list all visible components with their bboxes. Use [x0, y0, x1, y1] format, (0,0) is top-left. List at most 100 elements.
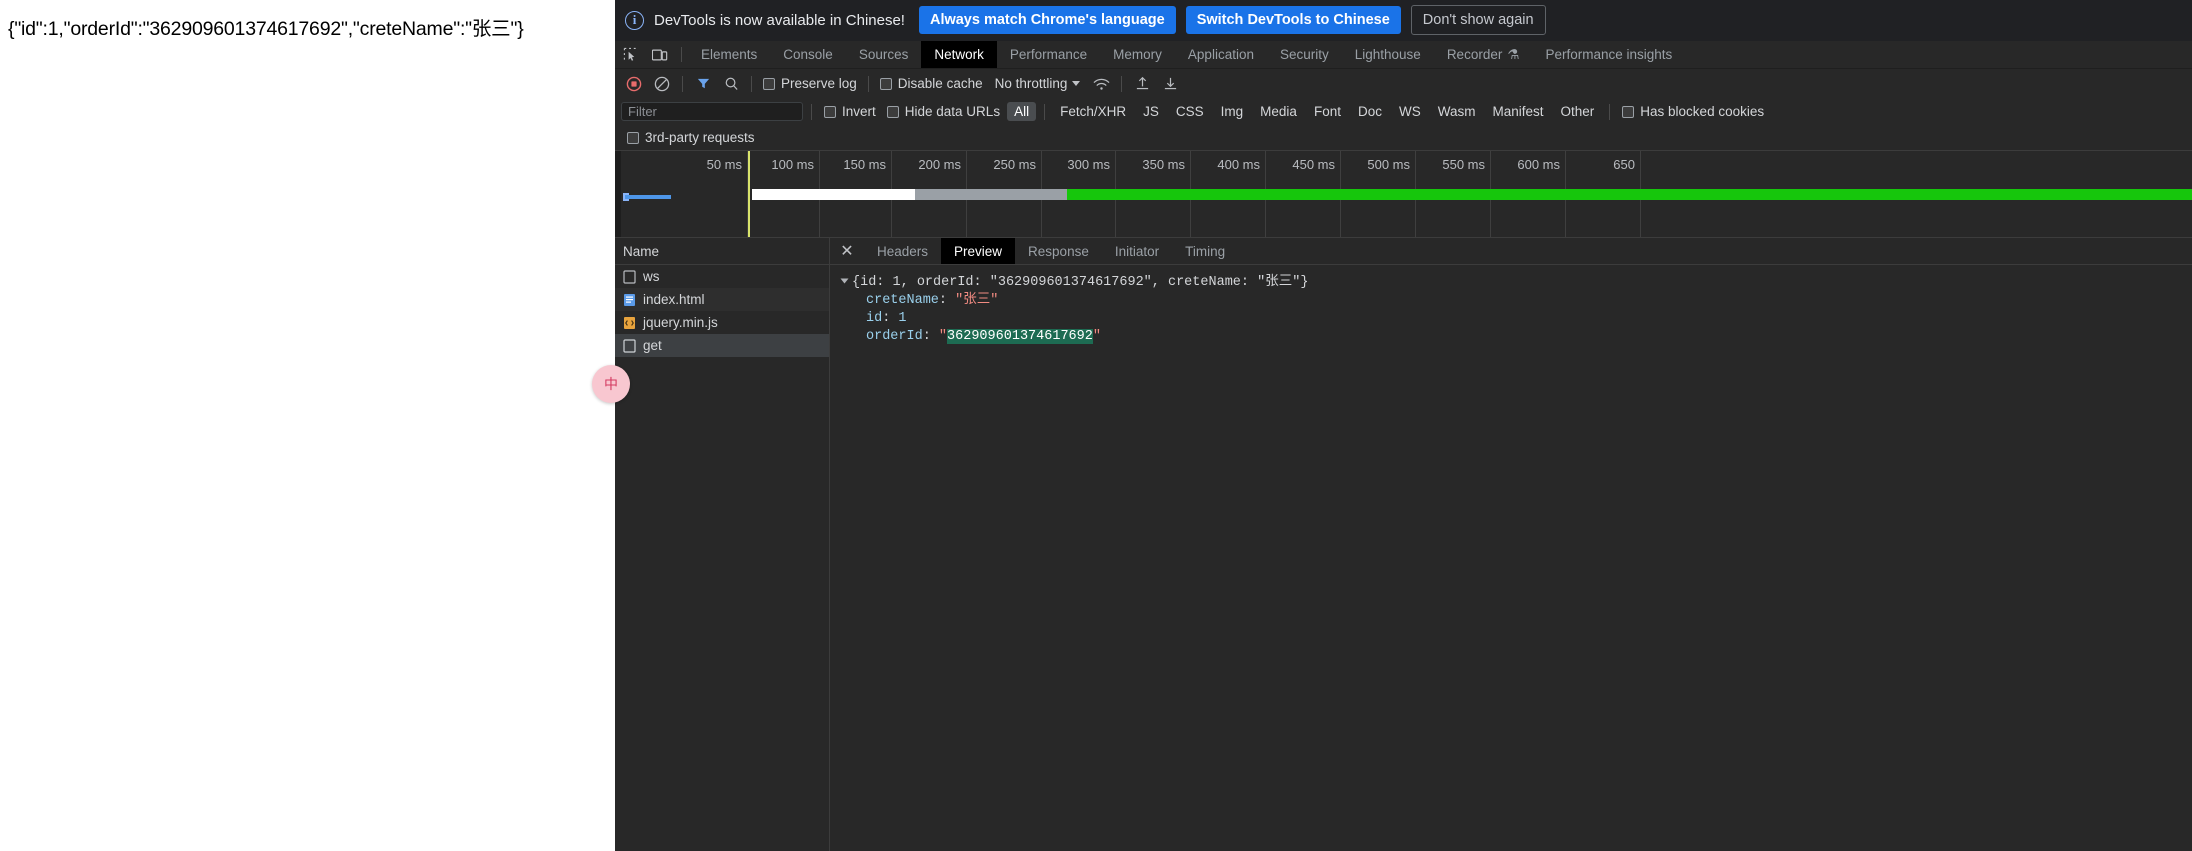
requests-panel: Name ws index.html jquery.min.js get	[615, 238, 830, 851]
network-conditions-icon[interactable]	[1088, 73, 1114, 95]
tab-recorder[interactable]: Recorder ⚗	[1434, 41, 1533, 68]
tab-elements[interactable]: Elements	[688, 41, 770, 68]
type-filter-css[interactable]: CSS	[1169, 102, 1211, 121]
json-property-row[interactable]: id: 1	[842, 310, 2182, 328]
tab-label: Sources	[858, 47, 909, 62]
tab-label: Performance	[1009, 47, 1088, 62]
tab-label: Memory	[1113, 47, 1162, 62]
clear-network-icon[interactable]	[649, 73, 675, 95]
json-root-cretename: "张三"	[1257, 275, 1301, 290]
checkbox-box	[824, 105, 836, 118]
json-value-selected[interactable]: 362909601374617692	[947, 329, 1093, 344]
network-overview-timeline[interactable]: 50 ms 100 ms 150 ms 200 ms 250 ms 300 ms…	[615, 151, 2192, 238]
disable-cache-label: Disable cache	[897, 76, 983, 91]
type-filter-js[interactable]: JS	[1136, 102, 1166, 121]
type-filter-all[interactable]: All	[1007, 102, 1037, 121]
preserve-log-checkbox[interactable]: Preserve log	[759, 76, 861, 91]
has-blocked-cookies-checkbox[interactable]: Has blocked cookies	[1618, 104, 1768, 119]
type-filter-ws[interactable]: WS	[1392, 102, 1428, 121]
expand-triangle-icon[interactable]	[840, 278, 849, 284]
filter-input[interactable]	[621, 102, 803, 121]
import-har-icon[interactable]	[1129, 73, 1155, 95]
json-value: "张三"	[955, 293, 999, 308]
record-stop-icon[interactable]	[621, 73, 647, 95]
type-filter-wasm[interactable]: Wasm	[1431, 102, 1483, 121]
type-filter-font[interactable]: Font	[1307, 102, 1348, 121]
tab-sources[interactable]: Sources	[846, 41, 922, 68]
tab-performance-insights[interactable]: Performance insights	[1532, 41, 1685, 68]
close-icon[interactable]: ✕	[830, 238, 864, 264]
request-row-ws[interactable]: ws	[615, 265, 829, 288]
type-filter-manifest[interactable]: Manifest	[1485, 102, 1550, 121]
device-toolbar-icon[interactable]	[645, 41, 675, 68]
tick-label: 50 ms	[706, 157, 742, 172]
filter-funnel-icon[interactable]	[690, 73, 716, 95]
tab-security[interactable]: Security	[1267, 41, 1342, 68]
type-filter-other[interactable]: Other	[1554, 102, 1602, 121]
json-property-row[interactable]: orderId: "362909601374617692"	[842, 328, 2182, 346]
json-quote-open: "	[938, 329, 948, 344]
request-row-get[interactable]: get	[615, 334, 829, 357]
request-name: index.html	[643, 292, 705, 307]
preserve-log-label: Preserve log	[781, 76, 857, 91]
requests-column-header-name[interactable]: Name	[615, 238, 829, 265]
checkbox-box	[627, 131, 639, 144]
toolbar-divider	[751, 75, 752, 92]
tab-console[interactable]: Console	[770, 41, 846, 68]
switch-devtools-to-chinese-button[interactable]: Switch DevTools to Chinese	[1185, 5, 1401, 35]
request-detail-tabs: ✕ Headers Preview Response Initiator Tim…	[830, 238, 2192, 265]
tab-label: Security	[1279, 47, 1329, 62]
overview-finished-bar	[1067, 189, 2192, 200]
detail-tab-headers[interactable]: Headers	[864, 238, 941, 264]
tick-label: 450 ms	[1292, 157, 1335, 172]
request-name: ws	[643, 269, 660, 284]
type-filter-img[interactable]: Img	[1214, 102, 1251, 121]
invert-checkbox[interactable]: Invert	[820, 104, 880, 119]
toolbar-divider	[682, 75, 683, 92]
request-row-index-html[interactable]: index.html	[615, 288, 829, 311]
type-filter-doc[interactable]: Doc	[1351, 102, 1389, 121]
json-root-orderid: "362909601374617692"	[989, 275, 1152, 290]
throttling-select[interactable]: No throttling	[989, 76, 1081, 91]
tick-label: 100 ms	[771, 157, 814, 172]
json-property-row[interactable]: creteName: "张三"	[842, 292, 2182, 310]
toolbar-divider	[867, 75, 869, 92]
network-bottom-split: Name ws index.html jquery.min.js get ✕ H…	[615, 238, 2192, 851]
detail-tab-response[interactable]: Response	[1015, 238, 1102, 264]
request-name: jquery.min.js	[643, 315, 718, 330]
throttling-value: No throttling	[994, 76, 1068, 91]
ime-language-badge[interactable]: 中	[592, 365, 630, 403]
detail-tab-initiator[interactable]: Initiator	[1102, 238, 1172, 264]
always-match-language-button[interactable]: Always match Chrome's language	[918, 5, 1176, 35]
tab-label: Performance insights	[1545, 47, 1673, 62]
tick-label: 150 ms	[843, 157, 886, 172]
json-value: 1	[898, 311, 907, 326]
third-party-requests-checkbox[interactable]: 3rd-party requests	[623, 130, 759, 145]
tab-performance[interactable]: Performance	[997, 41, 1100, 68]
search-icon[interactable]	[718, 73, 744, 95]
overview-request-bar	[625, 195, 671, 199]
script-icon	[623, 316, 636, 330]
json-root-row[interactable]: {id: 1, orderId: "362909601374617692", c…	[840, 274, 2182, 292]
disable-cache-checkbox[interactable]: Disable cache	[876, 76, 987, 91]
tab-lighthouse[interactable]: Lighthouse	[1342, 41, 1434, 68]
inspect-element-icon[interactable]	[615, 41, 645, 68]
type-filter-fetch-xhr[interactable]: Fetch/XHR	[1053, 102, 1133, 121]
tab-network[interactable]: Network	[921, 41, 997, 68]
detail-tab-preview[interactable]: Preview	[941, 238, 1016, 264]
type-filter-media[interactable]: Media	[1253, 102, 1304, 121]
dont-show-again-button[interactable]: Don't show again	[1410, 4, 1546, 36]
tick-label: 500 ms	[1367, 157, 1410, 172]
request-detail-panel: ✕ Headers Preview Response Initiator Tim…	[830, 238, 2192, 851]
request-row-jquery-min-js[interactable]: jquery.min.js	[615, 311, 829, 334]
preview-json-tree: {id: 1, orderId: "362909601374617692", c…	[830, 265, 2192, 851]
tab-memory[interactable]: Memory	[1100, 41, 1175, 68]
network-filter-row: Invert Hide data URLs All Fetch/XHR JS C…	[615, 98, 2192, 125]
detail-tab-timing[interactable]: Timing	[1172, 238, 1238, 264]
export-har-icon[interactable]	[1157, 73, 1183, 95]
hide-data-urls-checkbox[interactable]: Hide data URLs	[883, 104, 1004, 119]
tab-label: Elements	[701, 47, 758, 62]
generic-doc-icon	[623, 269, 636, 284]
network-toolbar: Preserve log Disable cache No throttling	[615, 69, 2192, 98]
tab-application[interactable]: Application	[1175, 41, 1267, 68]
